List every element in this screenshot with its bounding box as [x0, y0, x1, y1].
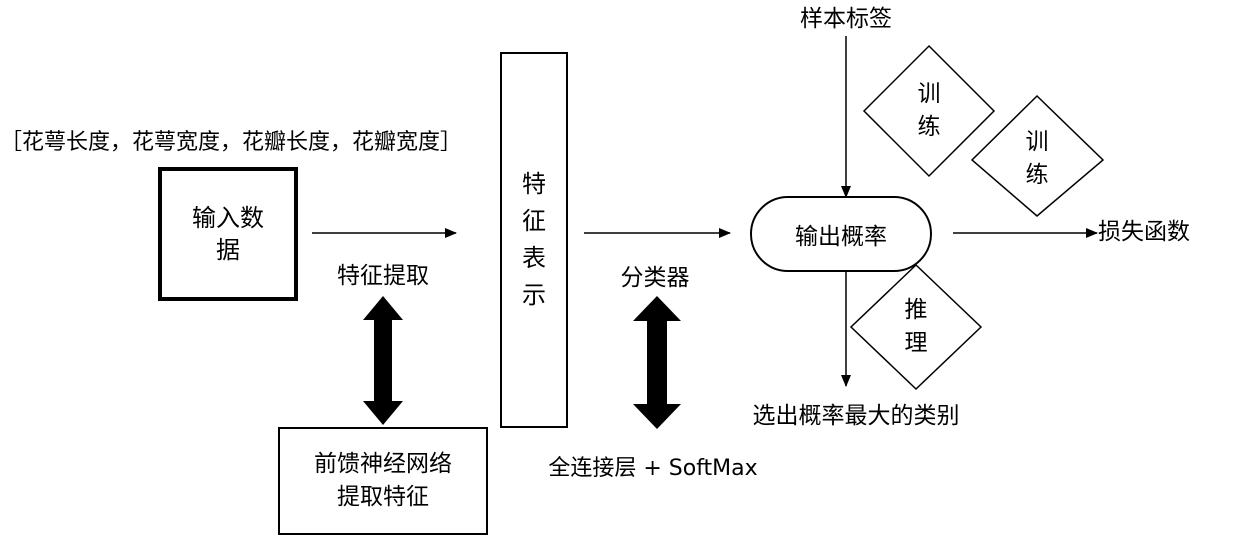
feature-repr-box-text: 特 征 表 示	[522, 169, 546, 310]
output-prob-box: 输出概率	[750, 196, 932, 272]
classifier-label: 分类器	[620, 265, 690, 291]
train-diamond-1-text: 训 练	[917, 81, 941, 141]
fc-softmax-label: 全连接层 + SoftMax	[548, 456, 758, 481]
input-box: 输入数 据	[158, 167, 298, 301]
features-label: ［花萼长度，花萼宽度，花瓣长度，花瓣宽度］	[0, 130, 463, 155]
ffn-box-text: 前馈神经网络 提取特征	[314, 450, 452, 510]
input-box-text: 输入数 据	[192, 203, 264, 264]
double-arrow-classifier	[633, 296, 681, 429]
select-label: 选出概率最大的类别	[752, 403, 960, 429]
feature-repr-box: 特 征 表 示	[500, 52, 568, 428]
sample-label: 样本标签	[800, 6, 892, 32]
ffn-box: 前馈神经网络 提取特征	[278, 427, 488, 535]
feature-extraction-label: 特征提取	[337, 263, 429, 289]
output-prob-text: 输出概率	[795, 224, 887, 250]
double-arrow-extraction	[363, 296, 403, 425]
loss-label: 损失函数	[1098, 219, 1190, 245]
infer-diamond-text: 推 理	[904, 297, 928, 357]
train-diamond-2-text: 训 练	[1025, 129, 1049, 189]
